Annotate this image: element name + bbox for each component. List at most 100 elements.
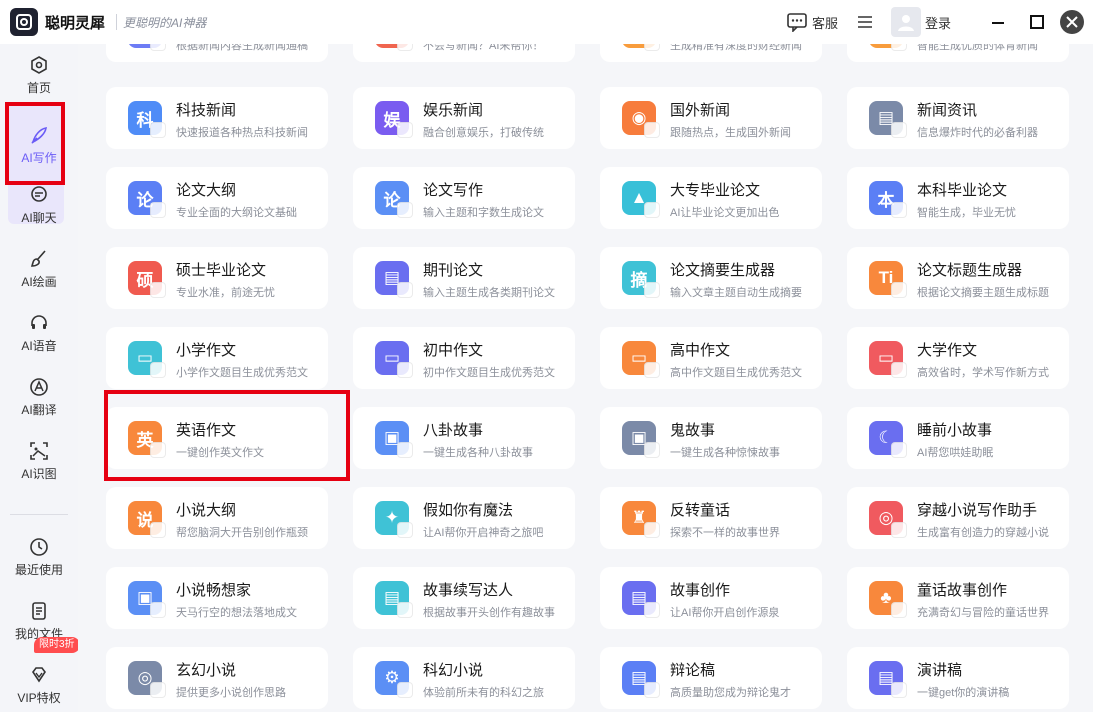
sidebar-item-home[interactable]: 首页 [0, 44, 78, 106]
tool-card[interactable]: Ti 论文标题生成器 根据论文摘要主题生成标题 [847, 247, 1069, 309]
tool-card[interactable]: ▣ 八卦故事 一键生成各种八卦故事 [353, 407, 575, 469]
icon-badge [891, 282, 907, 298]
tool-card[interactable]: 论论文大纲 专业全面的大纲论文基础 [106, 167, 328, 229]
tool-card-title: 论文写作 [423, 182, 484, 199]
sidebar-item-recent[interactable]: 最近使用 [0, 526, 78, 588]
primary-essay-icon: ▭ [128, 341, 166, 378]
close-button[interactable] [1060, 10, 1084, 34]
tool-card[interactable]: ▭ 大学作文 高效省时，学术写作新方式 [847, 327, 1069, 389]
icon-badge [397, 442, 413, 458]
icon-badge [891, 442, 907, 458]
icon-badge [397, 44, 413, 51]
sidebar-item-vip[interactable]: VIP特权 [0, 654, 78, 712]
tool-card-title: 论文大纲 [176, 182, 237, 199]
tool-card[interactable]: ◎ 玄幻小说 提供更多小说创作思路 [106, 647, 328, 709]
tool-card[interactable]: ▭ 初中作文 初中作文题目生成优秀范文 [353, 327, 575, 389]
icon-badge [891, 682, 907, 698]
tool-card[interactable]: ▤ 演讲稿 一键get你的演讲稿 [847, 647, 1069, 709]
tool-card-description: 生成富有创造力的穿越小说 [917, 527, 1049, 539]
tool-card[interactable]: 硕硕士毕业论文 专业水准，前途无忧 [106, 247, 328, 309]
tool-card-description: 充满奇幻与冒险的童话世界 [917, 607, 1049, 619]
tool-card[interactable]: ▭ 高中作文 高中作文题目生成优秀范文 [600, 327, 822, 389]
tool-card[interactable]: 不会写新闻？AI来帮你！ [353, 44, 575, 62]
fairy-tale-icon: ♣ [869, 581, 907, 618]
icon-badge [891, 44, 907, 51]
tool-card[interactable]: ▤ 辩论稿 高质量助您成为辩论鬼才 [600, 647, 822, 709]
menu-button[interactable] [857, 0, 873, 44]
icon-badge [150, 602, 166, 618]
tool-card-description: 探索不一样的故事世界 [670, 527, 780, 539]
sidebar-item-ai-painting[interactable]: AI绘画 [0, 238, 78, 300]
icon-badge [150, 522, 166, 538]
tool-card[interactable]: ✦ 假如你有魔法 让AI帮你开启神奇之旅吧 [353, 487, 575, 549]
tool-card[interactable]: 本本科毕业论文 智能生成，毕业无忧 [847, 167, 1069, 229]
icon-badge [397, 282, 413, 298]
tool-card[interactable]: ▣ 小说畅想家 天马行空的想法落地成文 [106, 567, 328, 629]
scifi-icon: ⚙ [375, 661, 413, 698]
tool-card-title: 初中作文 [423, 342, 484, 359]
icon-badge [644, 122, 660, 138]
tool-card-title: 大学作文 [917, 342, 978, 359]
tool-card[interactable]: 论论文写作 输入主题和字数生成论文 [353, 167, 575, 229]
maximize-button[interactable] [1029, 14, 1045, 30]
tool-card[interactable]: ☾ 睡前小故事 AI帮您哄娃助眠 [847, 407, 1069, 469]
tool-card-description: 不会写新闻？AI来帮你！ [423, 44, 544, 52]
tool-card-description: 提供更多小说创作思路 [176, 687, 286, 699]
junior-essay-icon: ▭ [375, 341, 413, 378]
paint-brush-icon [30, 249, 46, 267]
senior-essay-icon: ▭ [622, 341, 660, 378]
tool-card[interactable]: 娱娱乐新闻 融合创意娱乐，打破传统 [353, 87, 575, 149]
sidebar-item-label: AI聊天 [21, 210, 57, 225]
tool-card[interactable]: ▤ 期刊论文 输入主题生成各类期刊论文 [353, 247, 575, 309]
tool-card[interactable]: ▲ 大专毕业论文 AI让毕业论文更加出色 [600, 167, 822, 229]
tool-card[interactable]: ▤ 新闻资讯 信息爆炸时代的必备利器 [847, 87, 1069, 149]
tool-card-description: 智能生成优质的体育新闻 [917, 44, 1038, 52]
tool-card-title: 玄幻小说 [176, 662, 237, 679]
tool-card-title: 娱乐新闻 [423, 102, 484, 119]
tool-card[interactable]: ▤ 故事续写达人 根据故事开头创作有趣故事 [353, 567, 575, 629]
login-link[interactable]: 登录 [925, 13, 951, 32]
tool-card-description: 输入文章主题自动生成摘要 [670, 287, 802, 299]
sidebar-item-label: AI识图 [21, 466, 57, 481]
sidebar-item-ai-translate[interactable]: AI翻译 [0, 366, 78, 428]
sidebar-item-ai-voice[interactable]: AI语音 [0, 302, 78, 364]
title-icon: Ti [869, 261, 907, 298]
tool-card[interactable]: ♜ 反转童话 探索不一样的故事世界 [600, 487, 822, 549]
tool-card[interactable]: 说小说大纲 帮您脑洞大开告别创作瓶颈 [106, 487, 328, 549]
tool-card-description: 输入主题生成各类期刊论文 [423, 287, 555, 299]
chat-bubble-icon [31, 185, 47, 202]
minimize-button[interactable] [990, 14, 1006, 30]
tool-card[interactable]: ▤ 故事创作 让AI帮你开启创作源泉 [600, 567, 822, 629]
sidebar-item-label: 首页 [26, 80, 51, 95]
tool-card[interactable]: ▭ 小学作文 小学作文题目生成优秀范文 [106, 327, 328, 389]
tool-card[interactable]: 生成精准有深度的财经新闻 [600, 44, 822, 62]
sports-icon [869, 44, 907, 51]
tool-card[interactable]: 摘论文摘要生成器 输入文章主题自动生成摘要 [600, 247, 822, 309]
tool-card[interactable]: 科科技新闻 快速报道各种热点科技新闻 [106, 87, 328, 149]
bachelor-paper-icon: 本 [869, 181, 907, 218]
tool-card[interactable]: ▣ 鬼故事 一键生成各种惊悚故事 [600, 407, 822, 469]
tool-card[interactable]: ◎ 穿越小说写作助手 生成富有创造力的穿越小说 [847, 487, 1069, 549]
sidebar-item-label: 最近使用 [14, 562, 63, 577]
tool-card-title: 国外新闻 [670, 102, 731, 119]
tool-card-description: 根据论文摘要主题生成标题 [917, 287, 1049, 299]
news-icon [128, 44, 166, 51]
sidebar-item-label: AI绘画 [21, 274, 57, 289]
file-icon [32, 601, 46, 620]
tool-card-title: 鬼故事 [670, 422, 716, 439]
tool-card[interactable]: 根据新闻内容生成新闻通稿 [106, 44, 328, 62]
tool-card[interactable]: ◉ 国外新闻 跟随热点，生成国外新闻 [600, 87, 822, 149]
icon-badge [644, 202, 660, 218]
sidebar-item-ai-image-recognition[interactable]: AI识图 [0, 430, 78, 492]
continue-story-icon: ▤ [375, 581, 413, 618]
tool-card[interactable]: ⚙ 科幻小说 体验前所未有的科幻之旅 [353, 647, 575, 709]
tool-card-title: 论文摘要生成器 [670, 262, 776, 279]
tool-card[interactable]: 智能生成优质的体育新闻 [847, 44, 1069, 62]
tool-card[interactable]: ♣ 童话故事创作充满奇幻与冒险的童话世界 [847, 567, 1069, 629]
ghost-story-icon: ▣ [622, 421, 660, 458]
tool-card-title: 童话故事创作 [917, 582, 1008, 599]
customer-service-button[interactable]: 客服 [786, 0, 838, 44]
icon-badge [644, 522, 660, 538]
avatar[interactable] [891, 7, 921, 37]
maximize-icon [1030, 15, 1044, 29]
